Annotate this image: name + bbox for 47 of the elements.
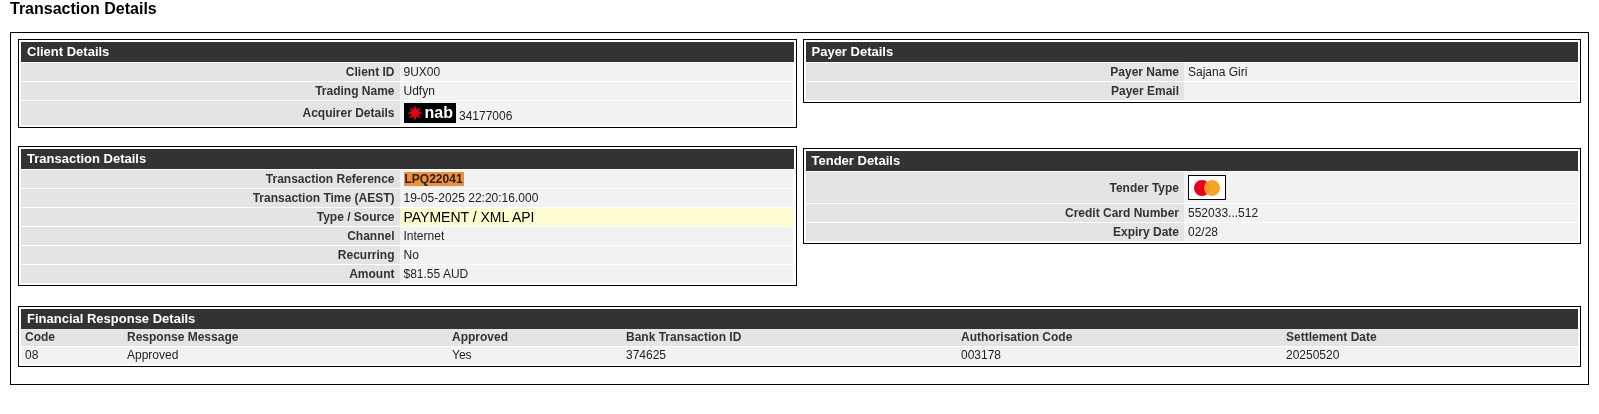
field-label: Tender Type [1109, 179, 1179, 197]
field-label: Payer Name [1110, 64, 1179, 81]
field-value: PAYMENT / XML API [403, 208, 535, 226]
panel-header: Client Details [21, 42, 794, 62]
field-value: 552033...512 [1188, 205, 1259, 222]
field-label: Credit Card Number [1065, 205, 1179, 222]
column-header: Bank Transaction ID [625, 329, 743, 346]
table-cell-text: 20250520 [1285, 347, 1341, 364]
field-value: Sajana Giri [1188, 64, 1248, 81]
table-cell-text: 003178 [960, 347, 1003, 364]
column-header: Response Message [126, 329, 240, 346]
field-value: Udfyn [403, 83, 435, 100]
field-label: Trading Name [315, 83, 395, 100]
table-cell-text: 08 [24, 347, 40, 364]
field-label: Amount [349, 266, 395, 283]
column-header: Code [24, 329, 56, 346]
field-value: 02/28 [1188, 224, 1219, 241]
reference-value: LPQ22041 [403, 172, 464, 186]
panel-header: Financial Response Details [21, 309, 1578, 329]
panel-header: Payer Details [805, 42, 1578, 62]
field-label: Channel [347, 228, 395, 245]
field-value: 34177006 [458, 110, 513, 123]
panel-header: Transaction Details [21, 149, 794, 169]
field-label: Acquirer Details [302, 105, 395, 122]
field-label: Payer Email [1110, 83, 1179, 100]
column-header: Approved [451, 329, 509, 346]
logo-text: nab [424, 105, 453, 121]
panel-header: Tender Details [805, 151, 1578, 171]
field-label: Client ID [345, 64, 395, 81]
field-value: 19-05-2025 22:20:16.000 [403, 190, 539, 207]
field-label: Type / Source [316, 209, 395, 226]
column-header: Settlement Date [1285, 329, 1378, 346]
field-label: Recurring [337, 247, 395, 264]
field-value: No [403, 247, 419, 264]
field-value: 9UX00 [403, 64, 441, 81]
table-cell-text: 374625 [625, 347, 668, 364]
field-value: Internet [403, 228, 445, 245]
field-label: Expiry Date [1113, 224, 1179, 241]
field-value: $81.55 AUD [403, 266, 469, 283]
star-icon [406, 105, 423, 121]
page-title: Transaction Details [9, 0, 158, 18]
field-label: Transaction Time (AEST) [252, 190, 395, 207]
table-cell-text: Yes [451, 347, 473, 364]
table-cell-text: Approved [126, 347, 180, 364]
column-header: Authorisation Code [960, 329, 1074, 346]
field-label: Transaction Reference [265, 171, 395, 188]
card-brand-icon [1188, 175, 1226, 200]
